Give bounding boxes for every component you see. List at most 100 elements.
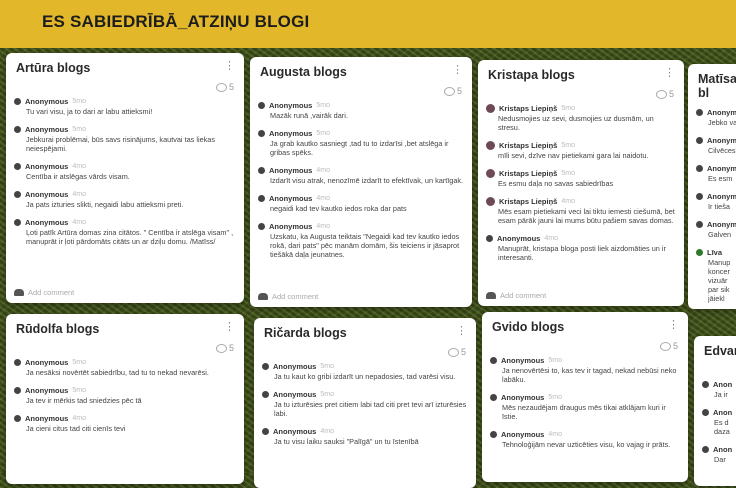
post[interactable]: Anonymous 4mo Tehnoloģijām nevar uzticētie…: [490, 430, 680, 449]
post-author: Anonymous: [269, 129, 313, 138]
post[interactable]: Anonymous 5mo Ja tev ir mērkis tad sniedzi…: [14, 386, 236, 405]
post[interactable]: Anonym Galven: [696, 220, 736, 239]
avatar: [486, 141, 495, 150]
column-title: Ričarda blogs: [264, 326, 347, 340]
post-header: Anon: [702, 408, 736, 417]
more-options-icon[interactable]: ⋮: [224, 61, 235, 72]
comment-count: 5: [215, 343, 234, 353]
post[interactable]: Anonymous 4mo Manuprāt, kristapa bloga pos…: [486, 234, 676, 262]
post-text: Es esm: [708, 174, 733, 183]
post[interactable]: Anonymous 5mo Ja nenovērtēsi to, kas tev i…: [490, 356, 680, 384]
post[interactable]: Anon Ja ir: [702, 380, 736, 399]
post[interactable]: Anon Dar: [702, 445, 736, 464]
post[interactable]: Anonymous 4mo Ļoti patīk Artūra domas zina…: [14, 218, 236, 246]
post-header: Anonymous 5mo: [14, 97, 236, 106]
post-header: Kristaps Liepiņš 5mo: [486, 169, 676, 178]
post[interactable]: Līva Manup koncer vizuār par sik jāiekl: [696, 248, 736, 303]
post-header: Anonymous 4mo: [486, 234, 676, 243]
post[interactable]: Anonymous 4mo Ja tu visu laiku sauksi "Pal…: [262, 427, 468, 446]
post[interactable]: Anonym Es esm: [696, 164, 736, 183]
post-author: Kristaps Liepiņš: [499, 169, 558, 178]
post-author: Anonymous: [269, 194, 313, 203]
post[interactable]: Anonymous 4mo Izdarīt visu atrak, nenozīmē…: [258, 166, 464, 185]
post[interactable]: Anon Es d daza: [702, 408, 736, 436]
post-author: Anonymous: [269, 222, 313, 231]
more-options-icon[interactable]: ⋮: [224, 322, 235, 333]
post-author: Anonymous: [501, 393, 545, 402]
add-comment-button[interactable]: Add comment: [14, 288, 74, 297]
avatar: [486, 169, 495, 178]
add-comment-button[interactable]: Add comment: [486, 291, 546, 300]
column-title: Matīsa bl: [698, 72, 736, 100]
post-time: 5mo: [72, 126, 86, 133]
post[interactable]: Anonymous 4mo Ja cieni citus tad citi cien…: [14, 414, 236, 433]
post[interactable]: Anonymous 5mo Mēs nezaudējam draugus mēs t…: [490, 393, 680, 421]
more-options-icon[interactable]: ⋮: [456, 326, 467, 337]
post-header: Anonymous 4mo: [258, 194, 464, 203]
post-header: Anonym: [696, 164, 736, 173]
blog-column: Gvido blogs ⋮ 5 Anonymous 5mo Ja nenovērtēsi …: [482, 312, 688, 482]
post-header: Anonymous 5mo: [14, 386, 236, 395]
more-options-icon[interactable]: ⋮: [452, 65, 463, 76]
post[interactable]: Anonymous 5mo Ja tu izturēsies pret citiem…: [262, 390, 468, 418]
more-options-icon[interactable]: ⋮: [668, 320, 679, 331]
post-author: Anonymous: [497, 234, 541, 243]
post[interactable]: Kristaps Liepiņš 5mo mīli sevi, dzīve nav …: [486, 141, 676, 160]
post-author: Anonymous: [25, 386, 69, 395]
post[interactable]: Kristaps Liepiņš 4mo Mēs esam pietiekami v…: [486, 197, 676, 225]
post[interactable]: Anonymous 4mo Ja pats izturies slikti, neg…: [14, 190, 236, 209]
post[interactable]: Anonym Cilvēces: [696, 136, 736, 155]
avatar: [702, 381, 709, 388]
avatar: [490, 394, 497, 401]
avatar: [696, 193, 703, 200]
board-header: ES SABIEDRĪBĀ_ATZIŅU BLOGI: [0, 0, 736, 48]
avatar: [262, 391, 269, 398]
post[interactable]: Anonymous 5mo Ja tu kaut ko gribi izdarīt …: [262, 362, 468, 381]
comment-bubble-icon: [443, 86, 455, 96]
post[interactable]: Anonymous 5mo Ja grab kautko sasniegt ,tad…: [258, 129, 464, 157]
post[interactable]: Anonymous 5mo Jebkurai problēmai, būs savs…: [14, 125, 236, 153]
post[interactable]: Anonymous 4mo negaidi kad tev kautko iedos…: [258, 194, 464, 213]
add-comment-button[interactable]: Add comment: [258, 292, 318, 301]
post[interactable]: Anonym Ir tieša: [696, 192, 736, 211]
post-header: Anonymous 5mo: [490, 393, 680, 402]
blog-column: Rūdolfa blogs ⋮ 5 Anonymous 5mo Ja nesāksi no…: [6, 314, 244, 484]
post[interactable]: Anonymous 5mo Ja nesāksi novērtēt sabiedrī…: [14, 358, 236, 377]
post-header: Anonymous 4mo: [14, 190, 236, 199]
column-title: Gvido blogs: [492, 320, 565, 334]
post-header: Anonymous 5mo: [14, 125, 236, 134]
post-text: Ja nesāksi novērtēt sabiedrību, tad tu t…: [26, 368, 209, 377]
comment-bubble-icon: [655, 89, 667, 99]
post[interactable]: Anonymous 4mo Uzskatu, ka Augusta teiktais…: [258, 222, 464, 259]
post-author: Anonymous: [25, 125, 69, 134]
post-header: Anonymous 4mo: [262, 427, 468, 436]
comment-count: 5: [215, 82, 234, 92]
comment-count-value: 5: [672, 341, 678, 351]
post-time: 4mo: [548, 431, 562, 438]
post[interactable]: Anonymous 5mo Tu vari visu, ja to dari ar …: [14, 97, 236, 116]
post[interactable]: Anonym Jebko va: [696, 108, 736, 127]
post-header: Anonymous 5mo: [14, 358, 236, 367]
avatar: [14, 126, 21, 133]
avatar: [490, 357, 497, 364]
post-time: 5mo: [561, 170, 575, 177]
comment-count: 5: [443, 86, 462, 96]
avatar: [14, 219, 21, 226]
column-title: Rūdolfa blogs: [16, 322, 100, 336]
avatar: [486, 104, 495, 113]
post-author: Anonymous: [501, 430, 545, 439]
avatar: [258, 223, 265, 230]
comment-count: 5: [659, 341, 678, 351]
post[interactable]: Kristaps Liepiņš 5mo Es esmu daļa no savas…: [486, 169, 676, 188]
post[interactable]: Anonymous 4mo Centība ir atslēgas vārds vi…: [14, 162, 236, 181]
more-options-icon[interactable]: ⋮: [664, 68, 675, 79]
post-text: Ja ir: [714, 390, 728, 399]
column-title: Kristapa blogs: [488, 68, 575, 82]
post-time: 5mo: [316, 130, 330, 137]
post-text: Jebkurai problēmai, būs savs risinājums,…: [26, 135, 215, 153]
post-text: Es esmu daļa no savas sabiedrības: [498, 179, 614, 188]
post[interactable]: Kristaps Liepiņš 5mo Nedusmojies uz sevi, …: [486, 104, 676, 132]
add-comment-icon: [14, 289, 24, 296]
post[interactable]: Anonymous 5mo Mazāk runā ,vairāk dari.: [258, 101, 464, 120]
post-author: Anonymous: [269, 101, 313, 110]
